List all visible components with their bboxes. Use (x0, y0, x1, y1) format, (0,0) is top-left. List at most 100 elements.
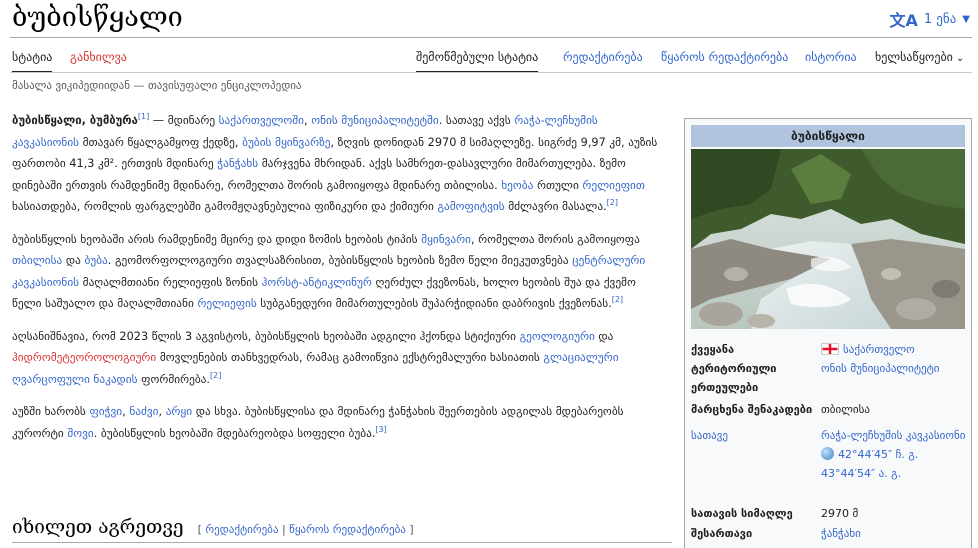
infobox-row-source: სათავე რაჭა-ლეჩხუმის კავკასიონი 42°44′45… (691, 426, 967, 483)
tab-reviewed-article[interactable]: შემოწმებული სტატია (416, 47, 539, 73)
text: სუბგანედური მიმართულების შუპარჭიდიანი და… (256, 297, 612, 310)
infobox-value: რაჭა-ლეჩხუმის კავკასიონი 42°44′45″ ჩ. გ.… (821, 426, 967, 483)
region-link[interactable]: ონის მუნიციპალიტეტი (821, 362, 940, 375)
link-gorge[interactable]: ხეობა (501, 179, 533, 192)
section-edit-links: [ რედაქტირება | წყაროს რედაქტირება ] (198, 523, 414, 536)
link-relief[interactable]: რელიეფით (582, 179, 645, 192)
infobox-row-source-altitude: სათავის სიმაღლე 2970 მ (691, 504, 967, 523)
reference[interactable]: [2] (607, 198, 618, 207)
text: ფორმირება. (137, 372, 210, 386)
paragraph-glaciers: ბუბისწყლის ხეობაში არის რამდენიმე მცირე … (12, 229, 667, 315)
section-edit-source-link[interactable]: წყაროს რედაქტირება (289, 523, 406, 536)
tab-article[interactable]: სტატია (12, 47, 53, 73)
link-tbilisa[interactable]: თბილისა (12, 254, 62, 267)
infobox-value: თბილისა (821, 403, 870, 416)
text: . გეომორფოლოგიური თვალსაზრისით, ბუბისწყლ… (107, 254, 573, 267)
section-divider (12, 542, 672, 543)
paragraph-flora: აუზში ხარობს ფიჭვი, ნაძვი, არყი და სხვა.… (12, 401, 667, 444)
infobox-row-mouth: შესართავი ჭანჭახი (691, 524, 967, 543)
title-divider (10, 37, 972, 38)
country-link[interactable]: საქართველო (843, 343, 915, 356)
infobox-label: შესართავი (691, 527, 753, 540)
text: რთული (533, 178, 583, 192)
text: მთავარ წყალგამყოფ ქედზე, (79, 135, 243, 149)
language-count: 1 ენა (923, 11, 957, 27)
tab-talk[interactable]: განხილვა (70, 47, 127, 73)
infobox-title: ბუბისწყალი (691, 125, 965, 147)
georgia-flag-icon (821, 343, 839, 355)
link-birch[interactable]: არყი (166, 405, 192, 418)
link-pine[interactable]: ფიჭვი (89, 405, 122, 418)
infobox-row-country: ქვეყანა საქართველო (691, 340, 967, 359)
tools-menu[interactable]: ხელსაწყოები ⌄ (875, 47, 964, 73)
globe-icon[interactable] (821, 447, 834, 460)
text: აღსანიშნავია, რომ 2023 წლის 3 აგვისტოს, … (12, 329, 520, 343)
infobox-value: ჭანჭახი (821, 524, 967, 543)
link-hydrometeorological[interactable]: ჰიდრომეტეოროლოგიური (12, 351, 156, 364)
text: . ბუბისწყლის ხეობაში მდებარეობდა სოფელი … (93, 426, 376, 440)
section-heading: იხილეთ აგრეთვე (12, 516, 184, 538)
link-relief-2[interactable]: რელიეფის (197, 297, 256, 310)
paragraph-intro: ბუბისწყალი, ბუმბურა[1] — მდინარე საქართვ… (12, 110, 667, 218)
infobox-label: სათავის სიმაღლე (691, 507, 793, 520)
text: აუზში ხარობს (12, 405, 90, 418)
text: მძლავრი მასალა. (504, 200, 607, 213)
translate-icon: 文A (889, 11, 918, 30)
tab-history[interactable]: ისტორია (805, 47, 857, 73)
link-buba-glacier[interactable]: ბუბის მყინვარზე (242, 136, 330, 149)
link-oni[interactable]: ონის მუნიციპალიტეტში (311, 114, 439, 127)
mouth-link[interactable]: ჭანჭახი (821, 527, 861, 540)
link-glacier[interactable]: მყინვარი (421, 233, 471, 246)
infobox-value: ონის მუნიციპალიტეტი (821, 359, 967, 397)
article-subject: ბუბისწყალი, ბუმბურა (12, 114, 138, 127)
river-photo[interactable] (691, 149, 965, 329)
tab-edit[interactable]: რედაქტირება (563, 47, 643, 73)
source-link[interactable]: რაჭა-ლეჩხუმის კავკასიონი (821, 429, 965, 442)
reference[interactable]: [2] (612, 295, 623, 304)
reference[interactable]: [3] (375, 425, 386, 434)
infobox-row-left-tributaries: მარცხენა შენაკადები თბილისა (691, 400, 967, 419)
link-spruce[interactable]: ნაძვი (129, 405, 158, 418)
reference[interactable]: [2] (210, 371, 221, 380)
page-title: ბუბისწყალი (12, 2, 183, 33)
chevron-down-icon: ▼ (962, 13, 970, 25)
link-horst-anticline[interactable]: ჰორსტ-ანტიკლინურ (262, 276, 372, 289)
infobox-value: 2970 მ (821, 507, 859, 520)
text: — მდინარე (149, 114, 219, 127)
bracket: ] (405, 523, 414, 536)
link-chanchakhi[interactable]: ჭანჭახს (217, 157, 258, 170)
text: მოვლენების თანხვედრას, რამაც გამოიწვია ე… (156, 351, 544, 364)
infobox-row-region: ტერიტორიული ერთეულები ონის მუნიციპალიტეტ… (691, 359, 967, 397)
text: , (158, 405, 166, 418)
tabs-divider (10, 72, 972, 73)
text: ხასიათდება, რომლის ფარგლებში გამომჟღავნე… (12, 200, 438, 213)
site-tagline: მასალა ვიკიპედიიდან — თავისუფალი ენციკლო… (12, 79, 302, 92)
text: და (594, 329, 614, 343)
infobox-label-link[interactable]: სათავე (691, 426, 821, 483)
tools-label: ხელსაწყოები (875, 50, 953, 64)
section-see-also: იხილეთ აგრეთვე [ რედაქტირება | წყაროს რე… (12, 516, 672, 538)
infobox-label: ტერიტორიული ერთეულები (691, 362, 777, 394)
tab-edit-source[interactable]: წყაროს რედაქტირება (661, 47, 788, 73)
text: . სათავე აქვს (438, 114, 515, 127)
link-weathering[interactable]: გამოფიტვის (437, 200, 504, 213)
text: , რომელთა შორის გამოიყოფა (470, 232, 640, 246)
paragraph-event: აღსანიშნავია, რომ 2023 წლის 3 აგვისტოს, … (12, 326, 667, 391)
page-tabs: სტატია განხილვა შემოწმებული სტატია რედაქ… (0, 47, 978, 73)
coordinates-lat[interactable]: 42°44′45″ ჩ. გ. (838, 448, 918, 461)
article-body: ბუბისწყალი, ბუმბურა[1] — მდინარე საქართვ… (12, 110, 667, 455)
link-buba[interactable]: ბუბა (84, 254, 107, 267)
chevron-down-icon: ⌄ (955, 53, 965, 64)
language-button[interactable]: 文A 1 ენა ▼ (890, 7, 971, 31)
infobox-value: საქართველო (821, 340, 967, 359)
link-geological[interactable]: გეოლოგიური (520, 330, 595, 343)
infobox: ბუბისწყალი ქვეყანა საქართველო ტერიტორიულ… (684, 118, 972, 548)
text: ბუბისწყლის ხეობაში არის რამდენიმე მცირე … (12, 232, 422, 246)
text: მაღალმთიანი რელიეფის ზონის (79, 275, 262, 289)
coordinates-lon[interactable]: 43°44′54″ ა. გ. (821, 467, 901, 480)
link-shovi[interactable]: შოვი (67, 427, 93, 440)
reference[interactable]: [1] (138, 112, 149, 121)
link-georgia[interactable]: საქართველოში (219, 114, 304, 127)
section-edit-link[interactable]: რედაქტირება (205, 523, 278, 536)
infobox-label: მარცხენა შენაკადები (691, 403, 813, 416)
